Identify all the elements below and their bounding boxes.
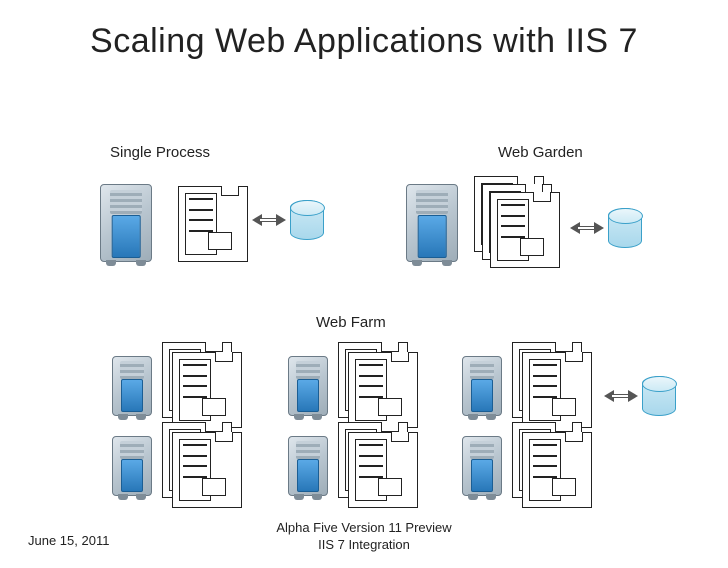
server-icon — [112, 356, 152, 416]
label-web-garden: Web Garden — [498, 144, 583, 161]
process-box-stack — [474, 176, 564, 270]
server-icon — [112, 436, 152, 496]
database-icon — [290, 200, 324, 240]
server-icon — [406, 184, 458, 262]
bidirectional-arrow-icon — [252, 216, 286, 224]
server-icon — [288, 436, 328, 496]
database-icon — [642, 376, 676, 416]
bidirectional-arrow-icon — [604, 392, 638, 400]
label-single-process: Single Process — [110, 144, 210, 161]
server-icon — [100, 184, 152, 262]
server-icon — [462, 356, 502, 416]
server-icon — [288, 356, 328, 416]
footer-subtitle: Alpha Five Version 11 Preview IIS 7 Inte… — [276, 519, 451, 554]
bidirectional-arrow-icon — [570, 224, 604, 232]
slide-title: Scaling Web Applications with IIS 7 — [0, 22, 728, 61]
server-icon — [462, 436, 502, 496]
label-web-farm: Web Farm — [316, 314, 386, 331]
database-icon — [608, 208, 642, 248]
